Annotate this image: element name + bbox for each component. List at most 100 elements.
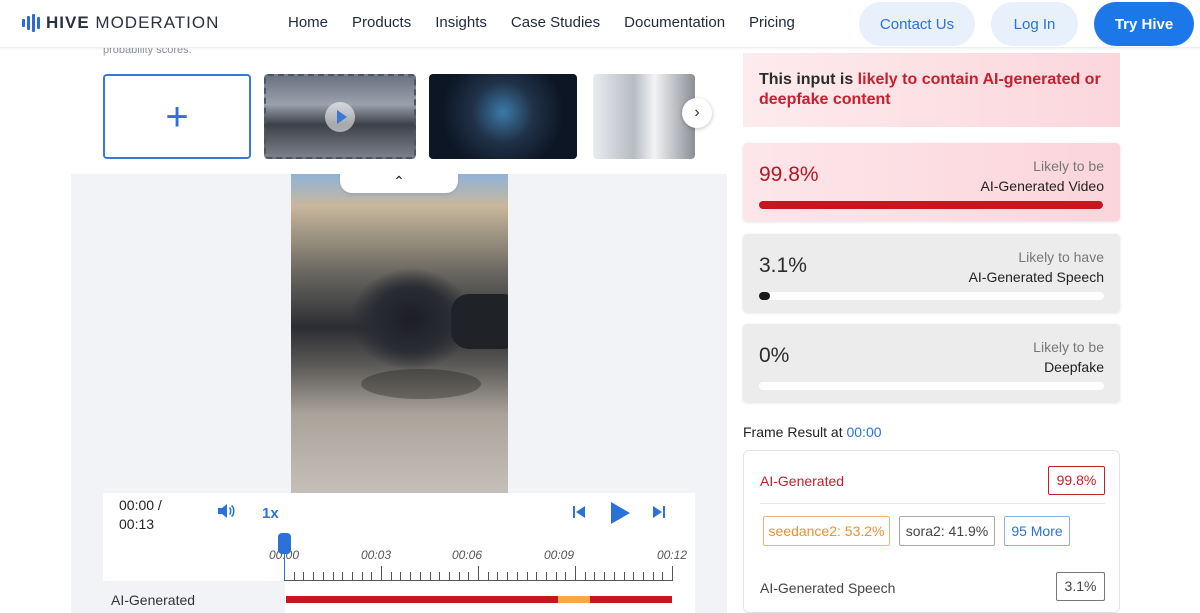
timeline-tick — [623, 572, 625, 580]
score-caption: Likely to have AI-Generated Speech — [968, 249, 1104, 285]
timeline-tick — [613, 572, 615, 580]
nav-documentation[interactable]: Documentation — [624, 14, 725, 31]
timeline-tick — [371, 572, 373, 580]
timeline-tick — [390, 572, 392, 580]
contact-us-button[interactable]: Contact Us — [859, 2, 975, 46]
score-bar — [759, 292, 1104, 300]
time-current: 00:00 / — [119, 497, 162, 513]
timeline-tick — [516, 572, 518, 580]
frame-time: 00:00 — [846, 424, 882, 440]
skip-back-icon[interactable] — [572, 505, 586, 519]
model-chip[interactable]: sora2: 41.9% — [899, 516, 995, 546]
timeline-tick — [361, 572, 363, 580]
score-caption: Likely to be AI-Generated Video — [980, 158, 1105, 194]
score-bar — [759, 201, 1104, 209]
score-caption: Likely to be Deepfake — [1033, 339, 1104, 375]
timeline-tick — [555, 572, 557, 580]
nav-case-studies[interactable]: Case Studies — [511, 14, 600, 31]
timeline-tick — [487, 572, 489, 580]
timeline-tick — [575, 566, 576, 580]
timeline-tick — [526, 572, 528, 580]
timeline-tick — [545, 572, 547, 580]
timeline-ruler[interactable] — [284, 565, 673, 581]
timeline-tick — [497, 572, 499, 580]
timeline-tick — [458, 572, 460, 580]
timeline-tick — [565, 572, 567, 580]
timeline-tick — [410, 572, 412, 580]
timeline-tick — [478, 566, 479, 580]
play-icon — [325, 102, 355, 132]
frame-speech-label: AI-Generated Speech — [760, 580, 896, 596]
timeline-tick — [313, 572, 315, 580]
timeline-tick-label: 00:03 — [361, 548, 392, 562]
ai-generated-track[interactable] — [286, 596, 672, 603]
model-chip[interactable]: seedance2: 53.2% — [763, 516, 890, 546]
plus-icon: + — [165, 94, 189, 139]
main-nav: Home Products Insights Case Studies Docu… — [288, 14, 819, 31]
speed-button[interactable]: 1x — [262, 505, 279, 522]
timeline-tick — [342, 572, 344, 580]
site-header: HIVE MODERATION Home Products Insights C… — [0, 0, 1200, 48]
frame-ai-value: 99.8% — [1048, 466, 1105, 495]
timeline-tick — [419, 572, 421, 580]
timeline-tick — [594, 572, 596, 580]
timeline-tick — [642, 572, 644, 580]
frame-result-panel: AI-Generated 99.8% seedance2: 53.2% sora… — [743, 450, 1120, 613]
timeline-tick — [536, 572, 538, 580]
thumbnail-video-1[interactable] — [264, 74, 416, 159]
result-alert: This input is likely to contain AI-gener… — [743, 53, 1120, 127]
thumbnail-image-3[interactable] — [593, 74, 695, 159]
timeline-tick — [381, 566, 382, 580]
nav-insights[interactable]: Insights — [435, 14, 487, 31]
upload-button[interactable]: + — [103, 74, 251, 159]
timeline-tick-label: 00:12 — [657, 548, 688, 562]
more-models-button[interactable]: 95 More — [1004, 516, 1070, 546]
volume-icon[interactable] — [217, 503, 235, 519]
frame-ai-label: AI-Generated — [760, 473, 845, 489]
timeline-tick — [633, 572, 635, 580]
nav-products[interactable]: Products — [352, 14, 411, 31]
logo-text: HIVE MODERATION — [46, 13, 220, 32]
logo[interactable]: HIVE MODERATION — [22, 13, 219, 33]
playhead-handle[interactable] — [278, 533, 291, 580]
score-card-video: 99.8% Likely to be AI-Generated Video — [743, 143, 1120, 221]
try-hive-button[interactable]: Try Hive — [1094, 2, 1194, 46]
score-percent: 99.8% — [759, 163, 819, 186]
timeline-tick — [584, 572, 586, 580]
login-button[interactable]: Log In — [991, 2, 1078, 46]
score-card-speech: 3.1% Likely to have AI-Generated Speech — [743, 234, 1120, 312]
nav-pricing[interactable]: Pricing — [749, 14, 795, 31]
timeline-tick-label: 00:06 — [452, 548, 483, 562]
chevron-right-icon[interactable]: › — [682, 98, 712, 128]
timeline-tick — [400, 572, 402, 580]
video-preview[interactable] — [291, 174, 508, 494]
divider — [760, 503, 1105, 504]
time-total: 00:13 — [119, 516, 155, 532]
time-readout: 00:00 / 00:13 — [119, 496, 162, 534]
timeline-tick — [468, 572, 470, 580]
timeline-tick — [303, 572, 305, 580]
logo-bars-icon — [22, 14, 40, 32]
play-icon[interactable] — [609, 501, 631, 525]
score-percent: 0% — [759, 344, 790, 367]
timeline-tick — [604, 572, 606, 580]
nav-home[interactable]: Home — [288, 14, 328, 31]
timeline-tick — [351, 572, 353, 580]
timeline-tick — [448, 572, 450, 580]
score-card-deepfake: 0% Likely to be Deepfake — [743, 324, 1120, 402]
chevron-up-icon[interactable]: ⌃ — [340, 170, 458, 193]
timeline-tick — [652, 572, 654, 580]
timeline-tick — [672, 566, 673, 580]
timeline-tick-label: 00:09 — [544, 548, 575, 562]
alert-prefix: This input is — [759, 71, 858, 88]
frame-speech-value: 3.1% — [1056, 572, 1105, 601]
skip-forward-icon[interactable] — [652, 505, 666, 519]
timeline-tick — [332, 572, 334, 580]
track-segment-medium — [558, 596, 590, 603]
score-percent: 3.1% — [759, 254, 807, 277]
timeline-tick — [293, 572, 295, 580]
timeline-tick — [322, 572, 324, 580]
thumbnail-image-2[interactable] — [429, 74, 577, 159]
player-controls: 00:00 / 00:13 1x 00:00 00:03 00:06 00:09… — [103, 493, 695, 613]
timeline-tick — [507, 572, 509, 580]
